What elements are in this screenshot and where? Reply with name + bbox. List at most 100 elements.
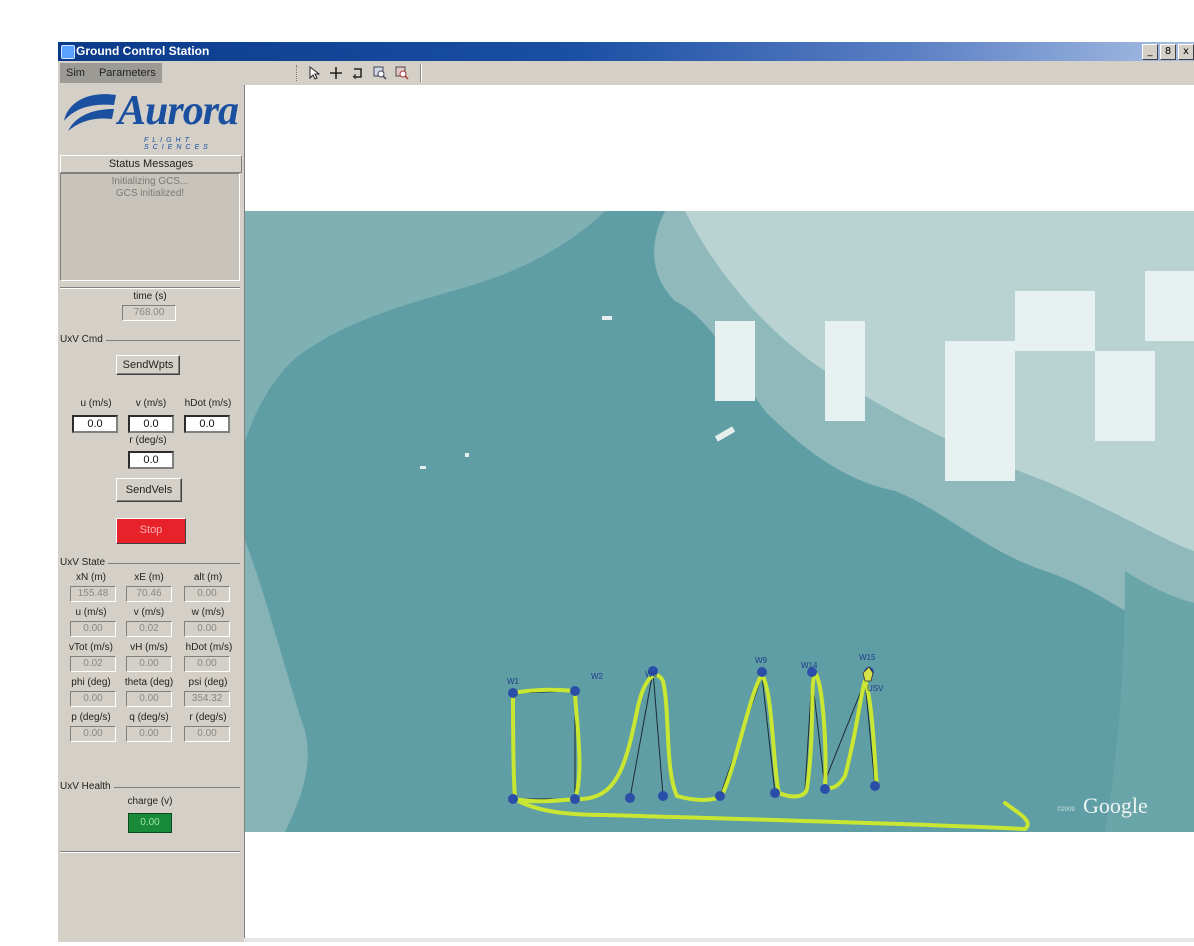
rotate-icon[interactable] (350, 65, 366, 81)
hdot-cmd-label: hDot (m/s) (184, 398, 232, 409)
vtot-value: 0.02 (70, 656, 116, 672)
app-icon (61, 45, 75, 59)
u-cmd-label: u (m/s) (80, 398, 112, 409)
r-cmd-input[interactable]: 0.0 (128, 451, 174, 469)
uxv-cmd-group-label: UxV Cmd (60, 334, 106, 345)
boat (465, 453, 469, 457)
logo-tagline: FLIGHT SCIENCES (144, 137, 212, 151)
vh-value: 0.00 (126, 656, 172, 672)
toolbar-separator (420, 64, 422, 82)
menu-parameters[interactable]: Parameters (99, 67, 156, 79)
waypoint-marker[interactable] (820, 784, 830, 794)
time-value: 768.00 (122, 305, 176, 321)
xe-value: 70.46 (126, 586, 172, 602)
status-message: GCS initialized! (115, 188, 185, 199)
vtot-label: vTot (m/s) (69, 642, 113, 653)
waypoint-label-w2: W2 (591, 672, 604, 681)
v-state-value: 0.02 (126, 621, 172, 637)
vh-label: vH (m/s) (130, 642, 168, 653)
alt-label: alt (m) (193, 572, 223, 583)
u-state-label: u (m/s) (75, 607, 107, 618)
stop-button[interactable]: Stop (116, 518, 186, 544)
u-cmd-input[interactable]: 0.0 (72, 415, 118, 433)
toolbar-grip[interactable] (296, 65, 300, 81)
aurora-swoosh-icon (64, 94, 116, 131)
uxv-health-group-label: UxV Health (60, 781, 114, 792)
phi-value: 0.00 (70, 691, 116, 707)
select-arrow-icon[interactable] (306, 65, 322, 81)
waypoint-label-w15: W15 (859, 653, 876, 662)
send-vels-button[interactable]: SendVels (116, 478, 182, 502)
waypoint-label-w9: W9 (755, 656, 768, 665)
phi-label: phi (deg) (71, 677, 111, 688)
boathouse (715, 321, 755, 401)
hdot-cmd-input[interactable]: 0.0 (184, 415, 230, 433)
aurora-logo: Aurora FLIGHT SCIENCES (58, 85, 244, 153)
status-messages-title: Status Messages (60, 155, 242, 173)
zoom-out-icon[interactable] (394, 65, 410, 81)
waypoint-marker[interactable] (570, 794, 580, 804)
xn-label: xN (m) (76, 572, 106, 583)
v-cmd-label: v (m/s) (135, 398, 167, 409)
v-state-label: v (m/s) (133, 607, 165, 618)
zoom-in-icon[interactable] (372, 65, 388, 81)
map-status-strip (244, 938, 1194, 942)
xe-label: xE (m) (134, 572, 164, 583)
q-value: 0.00 (126, 726, 172, 742)
boat (420, 466, 426, 469)
map-attribution-prefix: ©2009 (1057, 806, 1075, 813)
minimize-button[interactable]: _ (1142, 44, 1158, 60)
p-label: p (deg/s) (71, 712, 111, 723)
theta-value: 0.00 (126, 691, 172, 707)
boat (602, 316, 612, 320)
waypoint-marker[interactable] (715, 791, 725, 801)
v-cmd-input[interactable]: 0.0 (128, 415, 174, 433)
status-message: Initializing GCS... (111, 176, 189, 187)
waypoint-label-w6: W6 (645, 670, 658, 679)
p-value: 0.00 (70, 726, 116, 742)
menu-bar: Sim Parameters (58, 61, 1194, 85)
hdot-state-label: hDot (m/s) (185, 642, 233, 653)
app-window: Ground Control Station _ 8 x Sim Paramet… (58, 42, 1194, 942)
building (1015, 291, 1095, 351)
building (1145, 271, 1194, 341)
w-state-label: w (m/s) (191, 607, 225, 618)
control-panel: Aurora FLIGHT SCIENCES Status Messages I… (58, 85, 245, 942)
logo-wordmark: Aurora (118, 88, 239, 134)
divider (60, 287, 240, 289)
waypoint-label-w1: W1 (507, 677, 520, 686)
psi-label: psi (deg) (188, 677, 228, 688)
map-toolbar (296, 63, 422, 83)
close-button[interactable]: x (1178, 44, 1194, 60)
map-canvas[interactable]: W1 W2 W6 W9 W14 W15 USV ©2009 Google (245, 211, 1194, 832)
waypoint-marker[interactable] (570, 686, 580, 696)
waypoint-marker[interactable] (658, 791, 668, 801)
r-state-label: r (deg/s) (189, 712, 227, 723)
crosshair-icon[interactable] (328, 65, 344, 81)
waypoint-marker[interactable] (625, 793, 635, 803)
uxv-state-group-label: UxV State (60, 557, 109, 568)
vehicle-label: USV (867, 684, 884, 693)
satellite-map-view[interactable]: W1 W2 W6 W9 W14 W15 USV ©2009 Google (245, 211, 1194, 832)
waypoint-marker[interactable] (508, 688, 518, 698)
r-state-value: 0.00 (184, 726, 230, 742)
waypoint-marker[interactable] (508, 794, 518, 804)
title-bar: Ground Control Station _ 8 x (58, 42, 1194, 61)
r-cmd-label: r (deg/s) (129, 435, 167, 446)
waypoint-marker[interactable] (770, 788, 780, 798)
status-messages-box[interactable]: Initializing GCS... GCS initialized! (60, 173, 240, 281)
charge-indicator: 0.00 (128, 813, 172, 833)
theta-label: theta (deg) (124, 677, 174, 688)
psi-value: 354.32 (184, 691, 230, 707)
window-title: Ground Control Station (76, 44, 210, 58)
menu-sim[interactable]: Sim (66, 67, 85, 79)
waypoint-marker[interactable] (870, 781, 880, 791)
waypoint-marker[interactable] (757, 667, 767, 677)
alt-value: 0.00 (184, 586, 230, 602)
send-wpts-button[interactable]: SendWpts (116, 355, 180, 375)
waypoint-label-w14: W14 (801, 661, 818, 670)
maximize-button[interactable]: 8 (1160, 44, 1176, 60)
hdot-state-value: 0.00 (184, 656, 230, 672)
time-label: time (s) (133, 291, 167, 302)
google-attribution: Google (1083, 793, 1148, 818)
